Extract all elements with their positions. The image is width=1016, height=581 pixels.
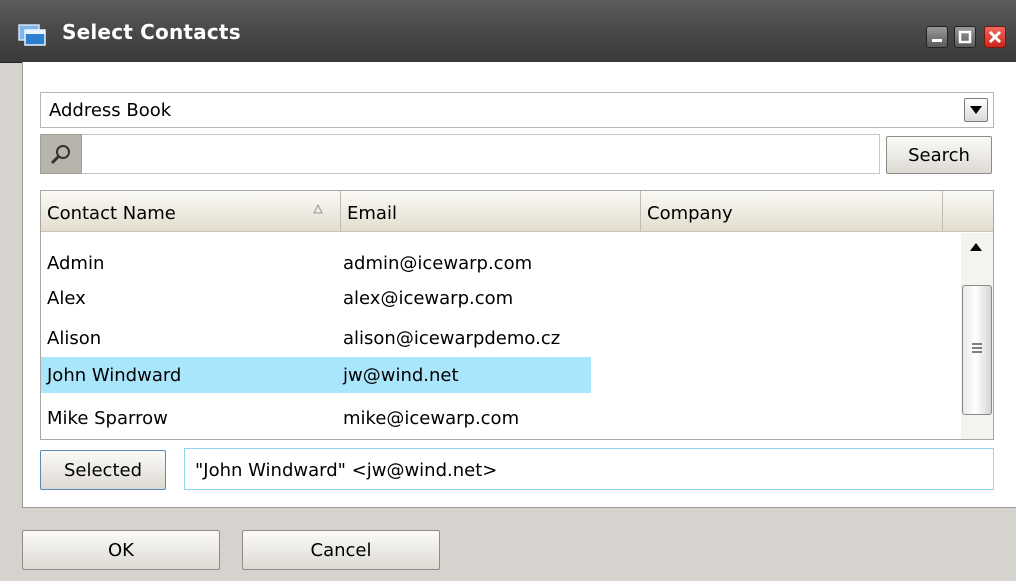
table-header: Contact Name Email Company	[41, 191, 993, 232]
table-row-selected[interactable]: John Windward jw@wind.net	[41, 357, 591, 393]
vertical-scrollbar[interactable]	[961, 233, 993, 439]
selected-recipients-field[interactable]: "John Windward" <jw@wind.net>	[184, 448, 994, 490]
contact-name-cell: Alex	[47, 288, 86, 309]
scroll-up-arrow-icon[interactable]	[970, 243, 982, 251]
table-row[interactable]: Alison alison@icewarpdemo.cz	[41, 320, 591, 356]
minimize-icon	[932, 39, 942, 42]
column-header-label: Contact Name	[47, 203, 176, 224]
contact-name-cell: Alison	[47, 328, 102, 349]
ok-button[interactable]: OK	[22, 530, 220, 570]
window-title: Select Contacts	[62, 20, 241, 44]
contact-name-cell: Mike Sparrow	[47, 408, 168, 429]
contact-name-cell: Admin	[47, 253, 105, 274]
selected-button[interactable]: Selected	[40, 450, 166, 490]
maximize-icon	[958, 30, 972, 44]
cancel-button[interactable]: Cancel	[242, 530, 440, 570]
magnifier-icon	[50, 145, 70, 165]
search-icon-box	[40, 134, 82, 174]
contact-email-cell: alex@icewarp.com	[343, 288, 514, 309]
contact-email-cell: alison@icewarpdemo.cz	[343, 328, 561, 349]
contact-email-cell: jw@wind.net	[343, 365, 459, 386]
contact-email-cell: admin@icewarp.com	[343, 253, 533, 274]
contact-email-cell: mike@icewarp.com	[343, 408, 520, 429]
close-button[interactable]	[984, 26, 1006, 48]
source-select-value: Address Book	[49, 100, 172, 121]
column-header-company[interactable]: Company	[641, 191, 943, 231]
grip-icon	[972, 343, 982, 353]
contacts-table: Contact Name Email Company Admin admin@i…	[40, 190, 994, 440]
close-icon	[988, 30, 1002, 44]
source-select[interactable]: Address Book	[40, 92, 994, 128]
contact-name-cell: John Windward	[47, 365, 182, 386]
window-stack-icon	[18, 24, 46, 46]
table-row[interactable]: Mike Sparrow mike@icewarp.com	[41, 400, 591, 436]
search-button[interactable]: Search	[886, 136, 992, 174]
column-header-filler	[943, 191, 993, 231]
title-bar[interactable]: Select Contacts	[0, 0, 1016, 63]
column-header-label: Company	[647, 203, 733, 224]
maximize-button[interactable]	[954, 26, 976, 48]
column-header-label: Email	[347, 203, 397, 224]
chevron-down-icon	[970, 106, 982, 114]
sort-ascending-icon	[313, 204, 323, 214]
table-row[interactable]: Alex alex@icewarp.com	[41, 280, 591, 316]
column-header-email[interactable]: Email	[341, 191, 641, 231]
table-row[interactable]: Admin admin@icewarp.com	[41, 245, 591, 281]
source-select-toggle[interactable]	[964, 98, 988, 122]
scroll-thumb[interactable]	[962, 285, 992, 415]
search-input[interactable]	[82, 134, 880, 174]
column-header-contact-name[interactable]: Contact Name	[41, 191, 341, 231]
selected-recipients-value: "John Windward" <jw@wind.net>	[195, 460, 498, 481]
minimize-button[interactable]	[926, 26, 948, 48]
